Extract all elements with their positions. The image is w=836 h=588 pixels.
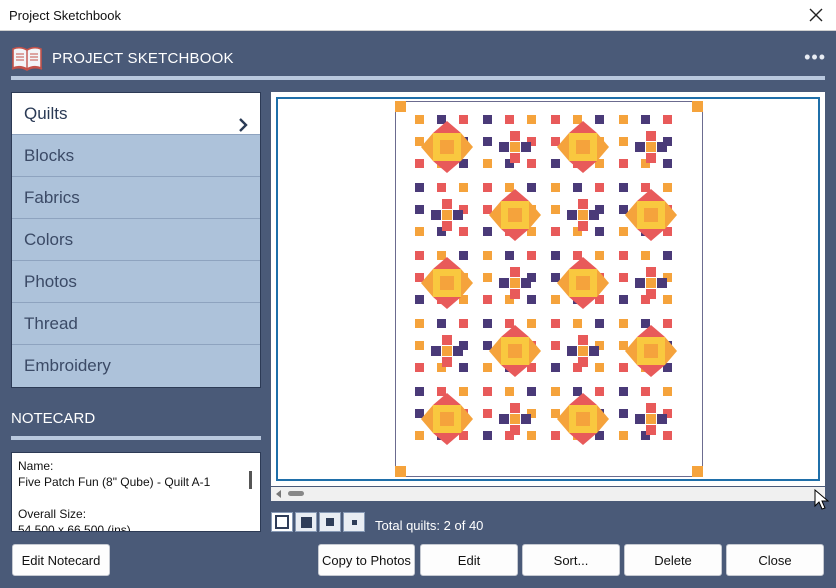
nav-item-blocks[interactable]: Blocks: [12, 135, 260, 177]
title-bar: Project Sketchbook: [0, 0, 836, 31]
delete-button[interactable]: Delete: [624, 544, 722, 576]
nav-item-photos[interactable]: Photos: [12, 261, 260, 303]
header: PROJECT SKETCHBOOK •••: [0, 31, 836, 81]
notecard-name-label: Name:: [18, 459, 54, 473]
nav-item-quilts[interactable]: Quilts: [12, 93, 260, 135]
copy-to-photos-button[interactable]: Copy to Photos: [318, 544, 415, 576]
notecard-size-value: 54.500 x 66.500 (ins): [18, 523, 131, 532]
notecard-text[interactable]: Name: Five Patch Fun (8" Qube) - Quilt A…: [11, 452, 261, 532]
quilt-image: [395, 101, 703, 477]
close-button[interactable]: Close: [726, 544, 824, 576]
nav-item-label: Embroidery: [24, 356, 111, 375]
small-view-icon: [326, 518, 334, 526]
close-icon[interactable]: [804, 4, 828, 26]
horizontal-scrollbar[interactable]: [271, 487, 825, 501]
notecard-size-label: Overall Size:: [18, 507, 87, 521]
nav-item-fabrics[interactable]: Fabrics: [12, 177, 260, 219]
nav-item-label: Blocks: [24, 146, 75, 165]
sort-button[interactable]: Sort...: [522, 544, 620, 576]
header-divider: [11, 76, 825, 80]
medium-view-icon: [300, 516, 312, 528]
nav-item-label: Colors: [24, 230, 74, 249]
nav-item-embroidery[interactable]: Embroidery: [12, 345, 260, 387]
window-title: Project Sketchbook: [9, 8, 122, 23]
nav-item-colors[interactable]: Colors: [12, 219, 260, 261]
view-tiny-button[interactable]: [343, 512, 365, 532]
nav-item-label: Photos: [24, 272, 77, 291]
scroll-left-icon[interactable]: [275, 490, 283, 498]
view-medium-button[interactable]: [295, 512, 317, 532]
large-view-icon: [275, 515, 289, 529]
quilt-preview[interactable]: [271, 92, 825, 486]
page-title: PROJECT SKETCHBOOK: [52, 50, 234, 67]
total-quilts-label: Total quilts: 2 of 40: [375, 518, 484, 533]
notecard-divider: [11, 436, 261, 440]
notecard-scrollbar[interactable]: [249, 471, 252, 489]
edit-button[interactable]: Edit: [420, 544, 518, 576]
scrollbar-thumb[interactable]: [288, 491, 304, 496]
notecard-heading: NOTECARD: [11, 410, 96, 427]
view-large-button[interactable]: [271, 512, 293, 532]
category-nav: Quilts Blocks Fabrics Colors Photos Thre…: [11, 92, 261, 388]
nav-item-label: Thread: [24, 314, 78, 333]
notecard-name-value: Five Patch Fun (8" Qube) - Quilt A-1: [18, 475, 211, 489]
mouse-cursor-icon: [814, 489, 830, 510]
tiny-view-icon: [351, 519, 357, 525]
ellipsis-icon[interactable]: •••: [804, 47, 826, 68]
book-icon: [11, 45, 43, 76]
edit-notecard-button[interactable]: Edit Notecard: [12, 544, 110, 576]
nav-item-thread[interactable]: Thread: [12, 303, 260, 345]
nav-item-label: Fabrics: [24, 188, 80, 207]
view-small-button[interactable]: [319, 512, 341, 532]
nav-item-label: Quilts: [24, 104, 68, 123]
